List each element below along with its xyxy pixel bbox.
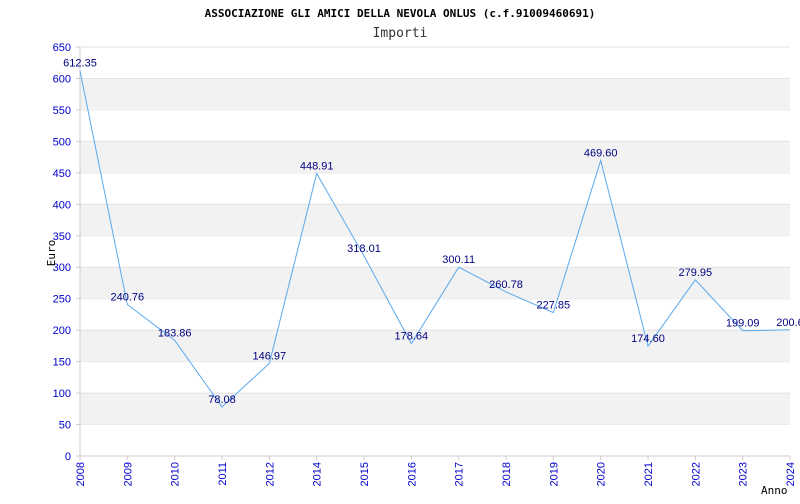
- x-tick-label: 2019: [548, 462, 560, 486]
- y-tick-label: 500: [53, 136, 71, 148]
- line-chart: ASSOCIAZIONE GLI AMICI DELLA NEVOLA ONLU…: [45, 7, 800, 497]
- y-tick-label: 0: [65, 451, 71, 463]
- x-tick-label: 2020: [596, 462, 608, 486]
- grid-band: [80, 393, 790, 425]
- data-label: 178.64: [395, 331, 429, 343]
- y-tick-label: 650: [53, 42, 71, 54]
- x-axis-label: Anno: [761, 484, 788, 497]
- x-tick-label: 2015: [359, 462, 371, 486]
- x-tick-label: 2010: [170, 462, 182, 486]
- y-tick-label: 400: [53, 199, 71, 211]
- y-axis-label: Euro: [45, 240, 58, 267]
- chart-container: ASSOCIAZIONE GLI AMICI DELLA NEVOLA ONLU…: [0, 0, 800, 500]
- data-label: 240.76: [111, 292, 145, 304]
- x-tick-label: 2009: [122, 462, 134, 486]
- data-label: 260.78: [489, 279, 523, 291]
- chart-title: ASSOCIAZIONE GLI AMICI DELLA NEVOLA ONLU…: [205, 7, 596, 20]
- y-tick-label: 600: [53, 73, 71, 85]
- x-axis-ticks: 2008 2009 2010 2011 2012 2014 2015 2016 2017 2018…: [75, 456, 797, 486]
- x-tick-label: 2008: [75, 462, 87, 486]
- data-label: 146.97: [253, 351, 287, 363]
- x-tick-label: 2011: [217, 462, 229, 486]
- grid-band: [80, 141, 790, 173]
- y-tick-label: 100: [53, 388, 71, 400]
- chart-subtitle: Importi: [373, 26, 428, 41]
- x-tick-label: 2012: [264, 462, 276, 486]
- y-tick-label: 450: [53, 168, 71, 180]
- data-label: 448.91: [300, 161, 334, 173]
- data-label: 279.95: [679, 267, 713, 279]
- grid-band: [80, 204, 790, 236]
- grid-band: [80, 78, 790, 110]
- x-tick-label: 2017: [454, 462, 466, 486]
- x-tick-label: 2022: [690, 462, 702, 486]
- y-tick-label: 150: [53, 357, 71, 369]
- y-tick-label: 550: [53, 105, 71, 117]
- data-label: 318.01: [347, 243, 381, 255]
- x-tick-label: 2016: [406, 462, 418, 486]
- data-label: 469.60: [584, 148, 618, 160]
- data-label: 200.6: [776, 317, 800, 329]
- data-label: 199.09: [726, 318, 760, 330]
- data-label: 78.08: [208, 394, 236, 406]
- x-tick-label: 2021: [643, 462, 655, 486]
- y-tick-label: 200: [53, 325, 71, 337]
- x-tick-label: 2014: [312, 462, 324, 486]
- grid-bands: [80, 46, 790, 426]
- x-tick-label: 2023: [738, 462, 750, 486]
- data-label: 612.35: [63, 58, 97, 70]
- data-label: 300.11: [442, 254, 475, 266]
- x-tick-label: 2018: [501, 462, 513, 486]
- y-tick-label: 50: [59, 420, 71, 432]
- data-label: 183.86: [158, 327, 192, 339]
- x-tick-label: 2024: [785, 462, 797, 486]
- data-label: 174.60: [631, 333, 665, 345]
- data-label: 227.85: [537, 300, 571, 312]
- y-tick-label: 250: [53, 294, 71, 306]
